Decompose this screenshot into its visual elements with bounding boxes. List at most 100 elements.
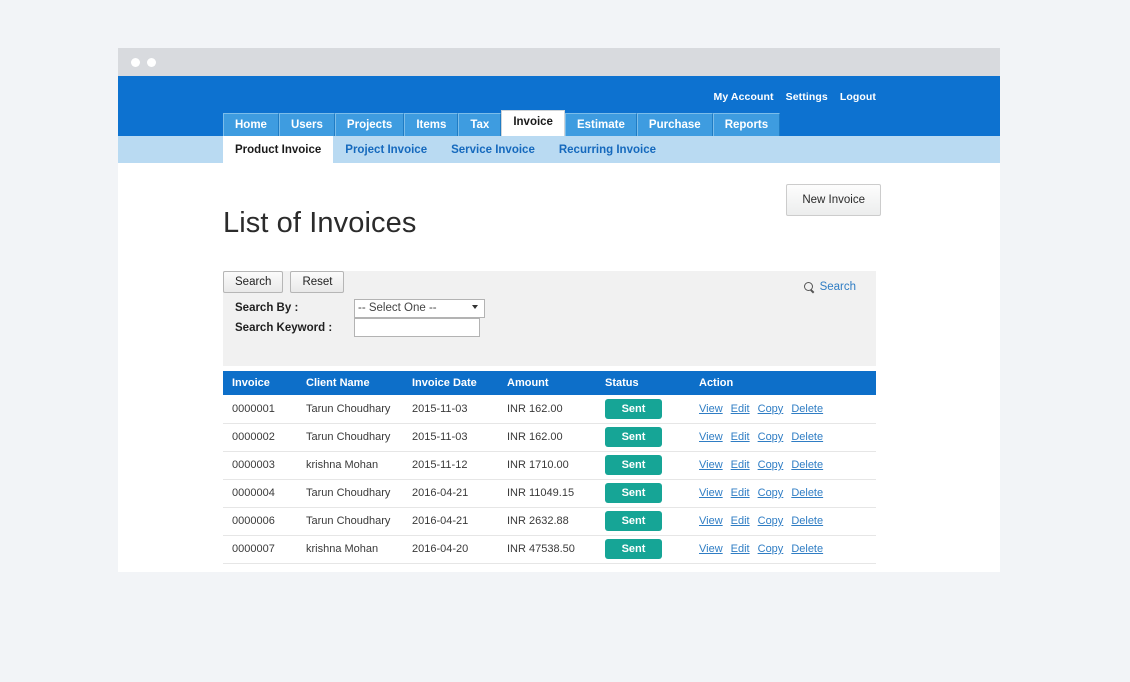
my-account-link[interactable]: My Account — [713, 91, 773, 103]
cell-invoice-date: 2015-11-03 — [412, 423, 507, 451]
action-edit-link[interactable]: Edit — [731, 515, 750, 527]
subnav-item-recurring-invoice[interactable]: Recurring Invoice — [547, 136, 668, 163]
action-edit-link[interactable]: Edit — [731, 543, 750, 555]
search-by-label: Search By : — [235, 302, 354, 314]
nav-tab-reports[interactable]: Reports — [713, 113, 780, 136]
invoice-table-header-row: Invoice Client Name Invoice Date Amount … — [223, 371, 876, 395]
action-copy-link[interactable]: Copy — [758, 459, 784, 471]
cell-status: Sent — [605, 535, 699, 563]
logout-link[interactable]: Logout — [840, 91, 876, 103]
search-by-row: Search By : -- Select One -- — [235, 298, 485, 318]
new-invoice-button[interactable]: New Invoice — [786, 184, 881, 216]
search-submit-button[interactable]: Search — [223, 271, 283, 293]
search-keyword-input[interactable] — [354, 318, 480, 337]
cell-action: View Edit Copy Delete — [699, 479, 876, 507]
cell-client-name: krishna Mohan — [306, 451, 412, 479]
status-badge[interactable]: Sent — [605, 427, 662, 447]
search-panel: Search Search By : -- Select One -- Sear… — [223, 271, 876, 366]
column-header-action: Action — [699, 371, 876, 395]
action-view-link[interactable]: View — [699, 487, 723, 499]
column-header-amount[interactable]: Amount — [507, 371, 605, 395]
cell-invoice-date: 2015-11-12 — [412, 451, 507, 479]
cell-invoice: 0000007 — [223, 535, 306, 563]
nav-tab-invoice[interactable]: Invoice — [501, 110, 565, 136]
nav-tab-items[interactable]: Items — [404, 113, 458, 136]
column-header-invoice[interactable]: Invoice — [223, 371, 306, 395]
cell-status: Sent — [605, 395, 699, 423]
search-buttons-row: Search Reset — [223, 271, 876, 293]
cell-invoice: 0000001 — [223, 395, 306, 423]
table-row: 0000001Tarun Choudhary2015-11-03INR 162.… — [223, 395, 876, 423]
cell-action: View Edit Copy Delete — [699, 423, 876, 451]
column-header-client-name[interactable]: Client Name — [306, 371, 412, 395]
cell-amount: INR 162.00 — [507, 423, 605, 451]
sub-navigation: Product Invoice Project Invoice Service … — [118, 136, 1000, 163]
nav-tab-projects[interactable]: Projects — [335, 113, 404, 136]
subnav-item-service-invoice[interactable]: Service Invoice — [439, 136, 547, 163]
cell-amount: INR 11049.15 — [507, 479, 605, 507]
action-delete-link[interactable]: Delete — [791, 543, 823, 555]
column-header-status[interactable]: Status — [605, 371, 699, 395]
status-badge[interactable]: Sent — [605, 483, 662, 503]
table-row: 0000003krishna Mohan2015-11-12INR 1710.0… — [223, 451, 876, 479]
action-copy-link[interactable]: Copy — [758, 487, 784, 499]
page-body: New Invoice List of Invoices Search Sear… — [118, 163, 1000, 572]
invoice-table-body: 0000001Tarun Choudhary2015-11-03INR 162.… — [223, 395, 876, 563]
action-delete-link[interactable]: Delete — [791, 431, 823, 443]
magnifier-icon — [804, 282, 815, 293]
search-toggle-link[interactable]: Search — [804, 281, 856, 293]
status-badge[interactable]: Sent — [605, 455, 662, 475]
action-links: View Edit Copy Delete — [699, 543, 876, 555]
nav-tab-estimate[interactable]: Estimate — [565, 113, 637, 136]
window-dot-1[interactable] — [131, 58, 140, 67]
cell-action: View Edit Copy Delete — [699, 395, 876, 423]
cell-invoice-date: 2016-04-21 — [412, 479, 507, 507]
nav-tab-purchase[interactable]: Purchase — [637, 113, 713, 136]
cell-client-name: Tarun Choudhary — [306, 423, 412, 451]
action-edit-link[interactable]: Edit — [731, 487, 750, 499]
action-copy-link[interactable]: Copy — [758, 403, 784, 415]
action-view-link[interactable]: View — [699, 459, 723, 471]
cell-status: Sent — [605, 479, 699, 507]
cell-invoice: 0000002 — [223, 423, 306, 451]
subnav-item-product-invoice[interactable]: Product Invoice — [223, 136, 333, 163]
action-view-link[interactable]: View — [699, 515, 723, 527]
main-navigation: Home Users Projects Items Tax Invoice Es… — [223, 110, 780, 136]
action-delete-link[interactable]: Delete — [791, 459, 823, 471]
table-row: 0000004Tarun Choudhary2016-04-21INR 1104… — [223, 479, 876, 507]
action-copy-link[interactable]: Copy — [758, 431, 784, 443]
cell-action: View Edit Copy Delete — [699, 535, 876, 563]
action-edit-link[interactable]: Edit — [731, 403, 750, 415]
action-delete-link[interactable]: Delete — [791, 487, 823, 499]
cell-client-name: Tarun Choudhary — [306, 479, 412, 507]
action-delete-link[interactable]: Delete — [791, 515, 823, 527]
action-copy-link[interactable]: Copy — [758, 515, 784, 527]
nav-tab-home[interactable]: Home — [223, 113, 279, 136]
status-badge[interactable]: Sent — [605, 539, 662, 559]
action-view-link[interactable]: View — [699, 403, 723, 415]
action-view-link[interactable]: View — [699, 543, 723, 555]
nav-tab-users[interactable]: Users — [279, 113, 335, 136]
action-edit-link[interactable]: Edit — [731, 459, 750, 471]
status-badge[interactable]: Sent — [605, 511, 662, 531]
search-by-select[interactable]: -- Select One -- — [354, 299, 485, 318]
account-links: My Account Settings Logout — [713, 91, 876, 103]
settings-link[interactable]: Settings — [786, 91, 828, 103]
action-copy-link[interactable]: Copy — [758, 543, 784, 555]
cell-client-name: Tarun Choudhary — [306, 395, 412, 423]
window-dot-2[interactable] — [147, 58, 156, 67]
action-delete-link[interactable]: Delete — [791, 403, 823, 415]
cell-amount: INR 1710.00 — [507, 451, 605, 479]
search-reset-button[interactable]: Reset — [290, 271, 344, 293]
subnav-item-project-invoice[interactable]: Project Invoice — [333, 136, 439, 163]
cell-amount: INR 2632.88 — [507, 507, 605, 535]
search-by-select-wrap: -- Select One -- — [354, 298, 485, 318]
cell-status: Sent — [605, 423, 699, 451]
action-edit-link[interactable]: Edit — [731, 431, 750, 443]
action-view-link[interactable]: View — [699, 431, 723, 443]
nav-tab-tax[interactable]: Tax — [458, 113, 501, 136]
search-keyword-row: Search Keyword : — [235, 318, 480, 337]
status-badge[interactable]: Sent — [605, 399, 662, 419]
column-header-invoice-date[interactable]: Invoice Date — [412, 371, 507, 395]
cell-action: View Edit Copy Delete — [699, 507, 876, 535]
